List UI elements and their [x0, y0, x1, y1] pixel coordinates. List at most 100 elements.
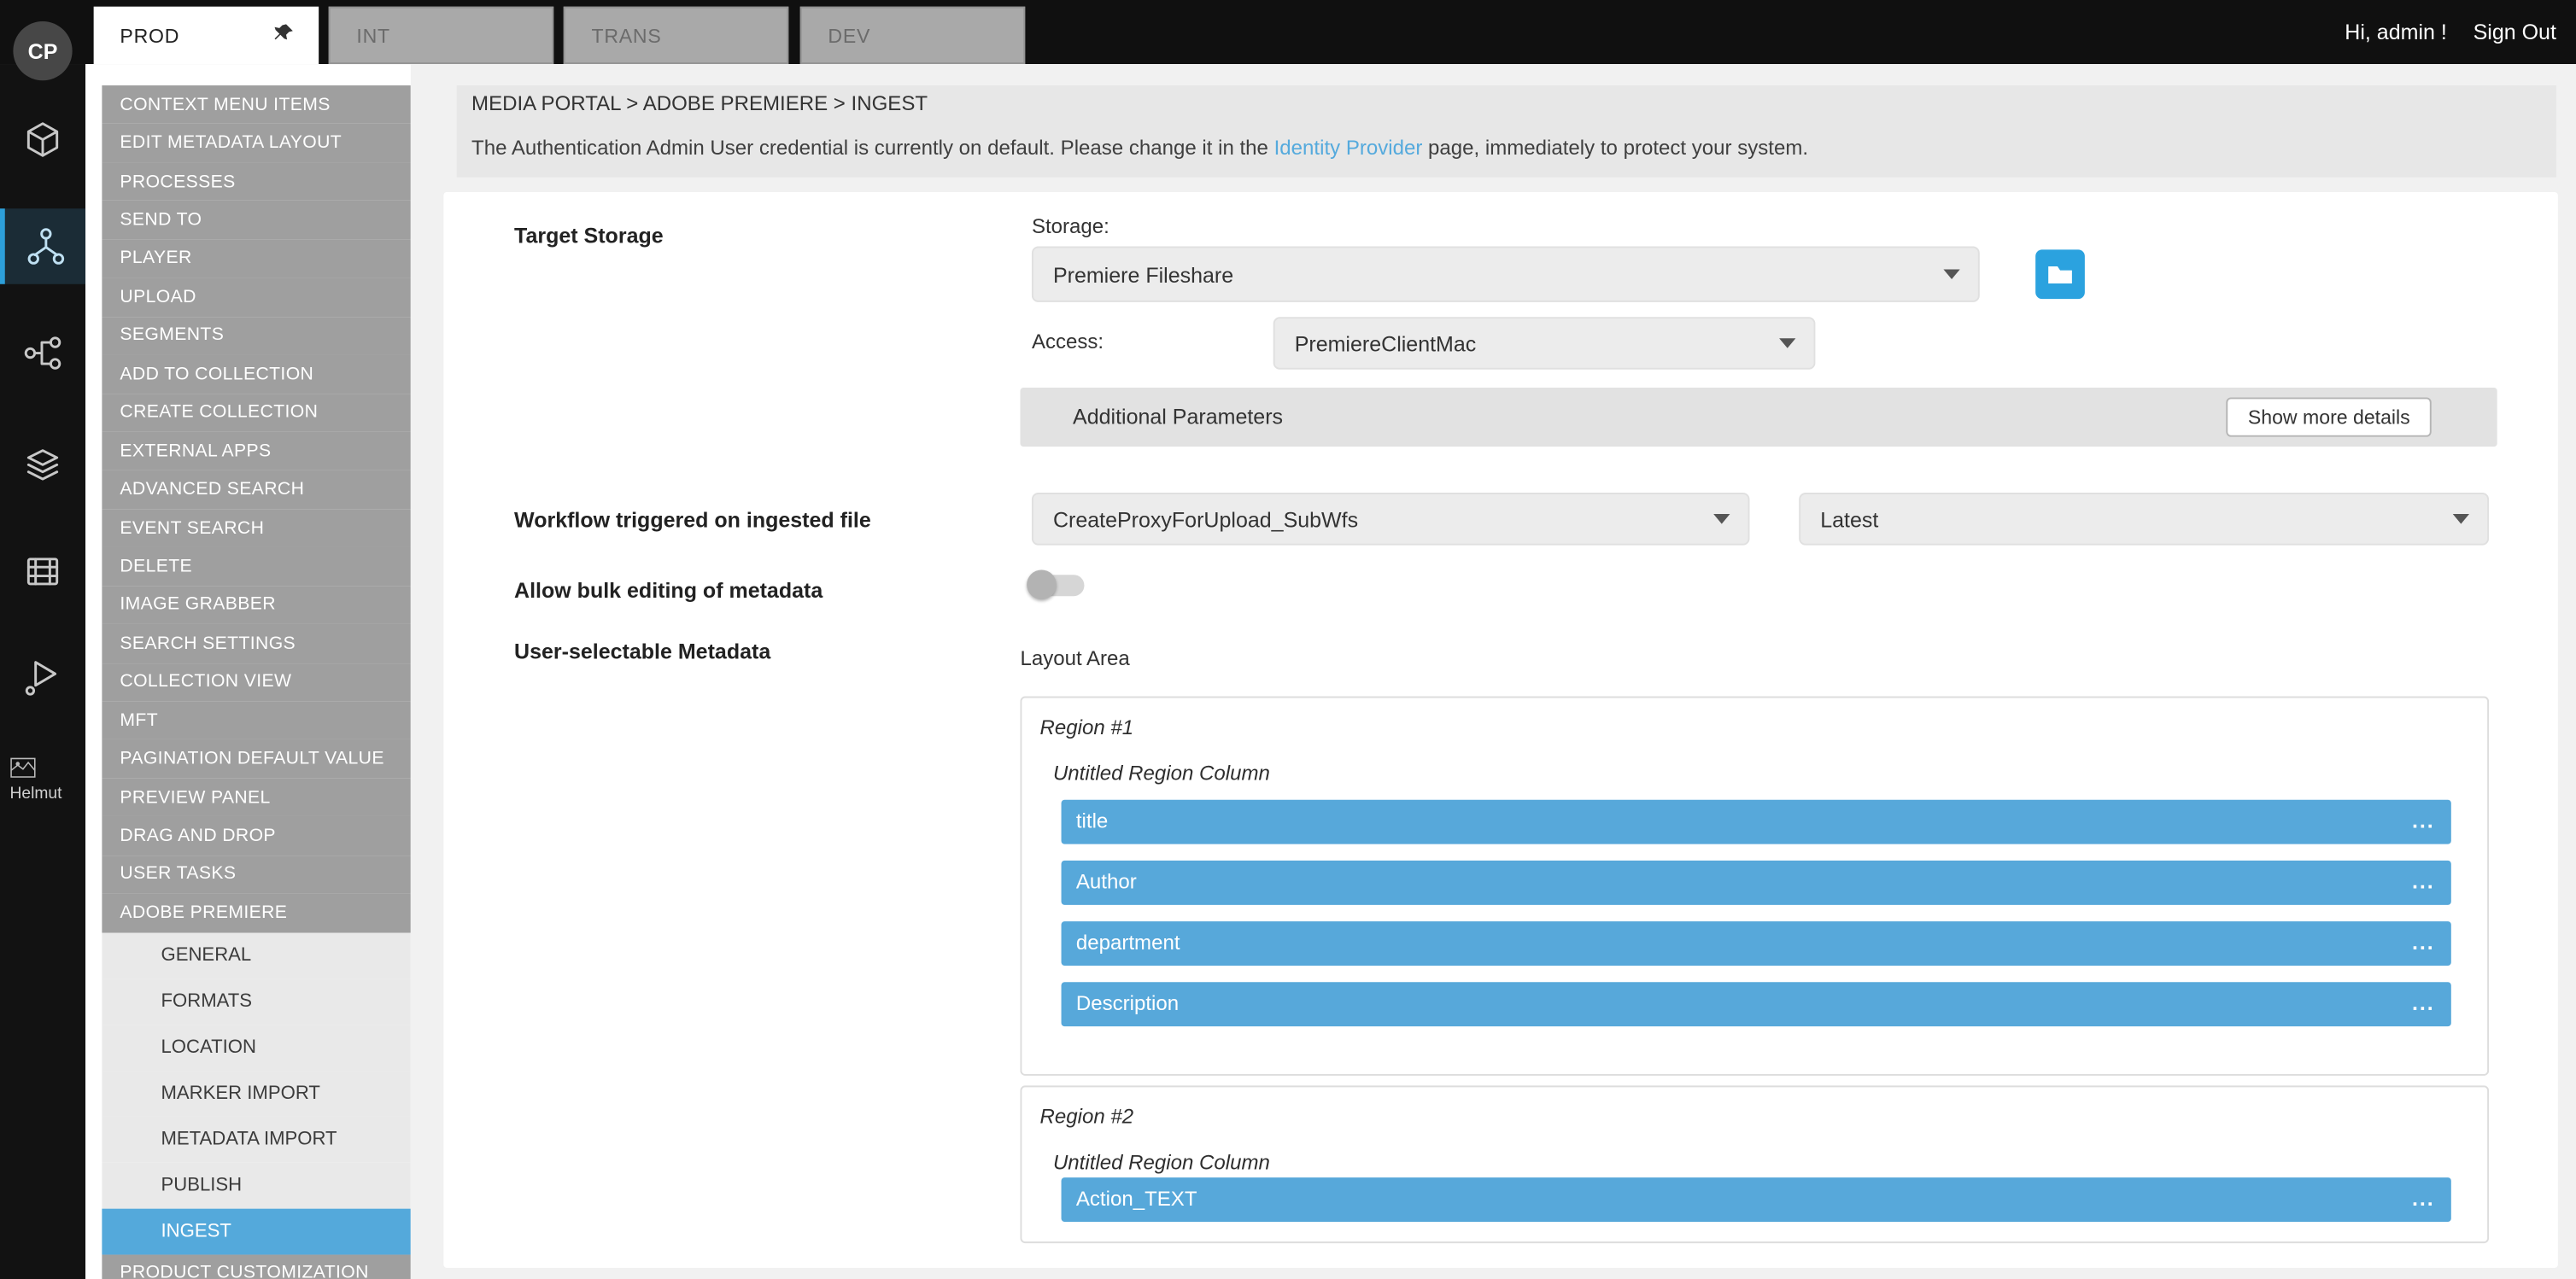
- field-label: Action_TEXT: [1076, 1188, 1197, 1211]
- metadata-field-action-text[interactable]: Action_TEXT ...: [1062, 1177, 2451, 1222]
- config-portal-app: PROD INT TRANS DEV Hi, admin ! Sign Out …: [0, 0, 2576, 1279]
- chevron-down-icon: [2453, 514, 2469, 524]
- more-dots-icon[interactable]: ...: [2412, 798, 2435, 843]
- sidebar-item-mft[interactable]: MFT: [102, 701, 411, 739]
- field-label: department: [1076, 932, 1180, 955]
- sidebar-item-search-settings[interactable]: SEARCH SETTINGS: [102, 624, 411, 663]
- sidebar-item-product-customization[interactable]: PRODUCT CUSTOMIZATION: [102, 1254, 411, 1279]
- sidebar-item-delete[interactable]: DELETE: [102, 547, 411, 586]
- region-column-title: Untitled Region Column: [1053, 762, 1270, 785]
- app-logo: CP: [13, 21, 72, 80]
- sidebar-item-external-apps[interactable]: EXTERNAL APPS: [102, 432, 411, 470]
- access-select[interactable]: PremiereClientMac: [1273, 317, 1816, 370]
- more-dots-icon[interactable]: ...: [2412, 920, 2435, 964]
- tab-trans[interactable]: TRANS: [564, 7, 789, 64]
- sidebar-item-event-search[interactable]: EVENT SEARCH: [102, 509, 411, 547]
- sidebar-subitem-marker-import[interactable]: MARKER IMPORT: [102, 1070, 411, 1116]
- show-more-details-button[interactable]: Show more details: [2227, 397, 2432, 436]
- sidebar-item-user-tasks[interactable]: USER TASKS: [102, 856, 411, 894]
- tab-dev[interactable]: DEV: [800, 7, 1026, 64]
- metadata-field-department[interactable]: department ...: [1062, 921, 2451, 966]
- workflow-label: Workflow triggered on ingested file: [514, 507, 871, 532]
- additional-parameters-bar: Additional Parameters Show more details: [1020, 388, 2497, 447]
- sidebar-subitem-publish[interactable]: PUBLISH: [102, 1162, 411, 1208]
- workflow-version-select[interactable]: Latest: [1799, 493, 2489, 546]
- more-dots-icon[interactable]: ...: [2412, 859, 2435, 903]
- workflow-icon[interactable]: [0, 208, 85, 283]
- sidebar-item-image-grabber[interactable]: IMAGE GRABBER: [102, 586, 411, 624]
- sidebar-item-context-menu-items[interactable]: CONTEXT MENU ITEMS: [102, 85, 411, 124]
- target-storage-label: Target Storage: [514, 224, 664, 248]
- sidebar-item-preview-panel[interactable]: PREVIEW PANEL: [102, 778, 411, 816]
- cube-icon[interactable]: [0, 102, 85, 177]
- sidebar-subitem-formats[interactable]: FORMATS: [102, 978, 411, 1025]
- warning-text-post: page, immediately to protect your system…: [1422, 137, 1808, 160]
- sidebar-item-adobe-premiere[interactable]: ADOBE PREMIERE: [102, 894, 411, 932]
- region-title: Region #2: [1040, 1105, 1134, 1128]
- tab-int[interactable]: INT: [329, 7, 554, 64]
- toggle-knob: [1027, 569, 1057, 599]
- more-dots-icon[interactable]: ...: [2412, 1176, 2435, 1220]
- additional-parameters-label: Additional Parameters: [1073, 388, 1283, 447]
- workflow-select[interactable]: CreateProxyForUpload_SubWfs: [1032, 493, 1750, 546]
- chevron-down-icon: [1943, 269, 1959, 279]
- storage-label: Storage:: [1032, 215, 1109, 238]
- tab-prod-label: PROD: [120, 24, 179, 47]
- bulk-edit-toggle[interactable]: [1027, 569, 1089, 599]
- sidebar-item-player[interactable]: PLAYER: [102, 239, 411, 277]
- sign-out-link[interactable]: Sign Out: [2474, 20, 2556, 44]
- icon-rail: Helmut: [0, 64, 85, 1279]
- broken-image-icon: [10, 757, 37, 779]
- metadata-field-author[interactable]: Author ...: [1062, 861, 2451, 905]
- field-label: Author: [1076, 870, 1137, 893]
- storage-select-value: Premiere Fileshare: [1053, 262, 1233, 287]
- tab-dev-label: DEV: [828, 24, 870, 47]
- field-label: Description: [1076, 992, 1179, 1015]
- tab-prod[interactable]: PROD: [94, 7, 319, 64]
- flow-branch-icon[interactable]: [0, 315, 85, 390]
- film-icon[interactable]: [0, 534, 85, 609]
- breadcrumb-band: MEDIA PORTAL > ADOBE PREMIERE > INGEST T…: [457, 85, 2556, 178]
- metadata-field-description[interactable]: Description ...: [1062, 982, 2451, 1026]
- layout-area-label: Layout Area: [1020, 647, 1129, 670]
- broken-image-alt-text: Helmut: [10, 785, 62, 803]
- tab-trans-label: TRANS: [591, 24, 661, 47]
- bulk-edit-label: Allow bulk editing of metadata: [514, 578, 823, 603]
- sidebar-nav: CONTEXT MENU ITEMS EDIT METADATA LAYOUT …: [102, 85, 411, 1279]
- sidebar-item-collection-view[interactable]: COLLECTION VIEW: [102, 663, 411, 701]
- topbar: PROD INT TRANS DEV Hi, admin ! Sign Out: [0, 0, 2576, 64]
- metadata-field-title[interactable]: title ...: [1062, 800, 2451, 844]
- sidebar-item-create-collection[interactable]: CREATE COLLECTION: [102, 394, 411, 432]
- sidebar-item-advanced-search[interactable]: ADVANCED SEARCH: [102, 470, 411, 509]
- sidebar-subitem-metadata-import[interactable]: METADATA IMPORT: [102, 1116, 411, 1162]
- pin-icon[interactable]: [272, 21, 296, 50]
- chevron-down-icon: [1713, 514, 1730, 524]
- sidebar-item-edit-metadata-layout[interactable]: EDIT METADATA LAYOUT: [102, 124, 411, 162]
- screen: PROD INT TRANS DEV Hi, admin ! Sign Out …: [0, 0, 2576, 1279]
- sidebar-item-upload[interactable]: UPLOAD: [102, 277, 411, 316]
- sidebar-item-processes[interactable]: PROCESSES: [102, 162, 411, 201]
- player-icon[interactable]: [0, 640, 85, 715]
- workflow-select-value: CreateProxyForUpload_SubWfs: [1053, 506, 1358, 531]
- sidebar-subitem-general[interactable]: GENERAL: [102, 932, 411, 978]
- more-dots-icon[interactable]: ...: [2412, 980, 2435, 1025]
- sidebar-subitem-ingest[interactable]: INGEST: [102, 1208, 411, 1254]
- auth-warning-message: The Authentication Admin User credential…: [471, 137, 1808, 160]
- sidebar-item-send-to[interactable]: SEND TO: [102, 201, 411, 239]
- ingest-settings-panel: Target Storage Storage: Premiere Filesha…: [443, 192, 2558, 1268]
- sidebar-item-drag-and-drop[interactable]: DRAG AND DROP: [102, 817, 411, 856]
- chevron-down-icon: [1779, 338, 1795, 348]
- breadcrumb: MEDIA PORTAL > ADOBE PREMIERE > INGEST: [471, 92, 928, 115]
- field-label: title: [1076, 809, 1108, 832]
- sidebar-item-segments[interactable]: SEGMENTS: [102, 317, 411, 355]
- sidebar-item-pagination-default-value[interactable]: PAGINATION DEFAULT VALUE: [102, 739, 411, 778]
- layers-icon[interactable]: [0, 427, 85, 502]
- sidebar-subitem-location[interactable]: LOCATION: [102, 1025, 411, 1071]
- sidebar-item-add-to-collection[interactable]: ADD TO COLLECTION: [102, 355, 411, 394]
- identity-provider-link[interactable]: Identity Provider: [1274, 137, 1423, 160]
- tab-int-label: INT: [356, 24, 389, 47]
- storage-select[interactable]: Premiere Fileshare: [1032, 247, 1980, 302]
- browse-storage-button[interactable]: [2035, 249, 2085, 299]
- access-label: Access:: [1032, 330, 1104, 353]
- layout-region-1: Region #1 Untitled Region Column title .…: [1020, 697, 2489, 1076]
